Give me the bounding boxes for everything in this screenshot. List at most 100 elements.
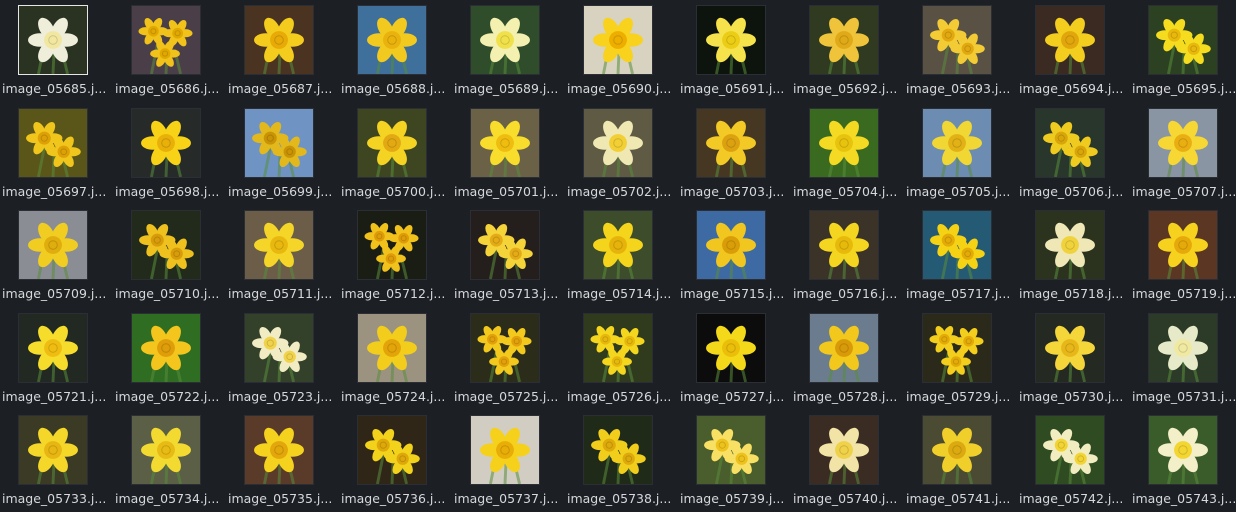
image-thumbnail[interactable] bbox=[470, 210, 540, 280]
image-thumbnail[interactable] bbox=[809, 5, 879, 75]
image-thumbnail[interactable] bbox=[1035, 107, 1105, 178]
image-thumbnail[interactable] bbox=[809, 210, 879, 280]
image-thumbnail[interactable] bbox=[357, 415, 427, 485]
file-item[interactable]: image_05715.j... bbox=[678, 205, 791, 305]
image-thumbnail[interactable] bbox=[357, 210, 427, 280]
image-thumbnail[interactable] bbox=[470, 107, 540, 178]
image-thumbnail[interactable] bbox=[1148, 107, 1218, 178]
file-item[interactable]: image_05713.j... bbox=[452, 205, 565, 305]
file-item[interactable]: image_05726.j... bbox=[565, 308, 678, 408]
file-item[interactable]: image_05716.j... bbox=[791, 205, 904, 305]
image-thumbnail[interactable] bbox=[696, 5, 766, 75]
file-item[interactable]: image_05733.j... bbox=[0, 410, 113, 510]
file-item[interactable]: image_05704.j... bbox=[791, 103, 904, 203]
file-item[interactable]: image_05707.j... bbox=[1130, 103, 1236, 203]
image-thumbnail[interactable] bbox=[1035, 210, 1105, 280]
file-item[interactable]: image_05685.j... bbox=[0, 0, 113, 100]
image-thumbnail[interactable] bbox=[470, 5, 540, 75]
image-thumbnail[interactable] bbox=[809, 415, 879, 485]
image-thumbnail[interactable] bbox=[583, 312, 653, 383]
file-item[interactable]: image_05702.j... bbox=[565, 103, 678, 203]
image-thumbnail[interactable] bbox=[922, 210, 992, 280]
image-thumbnail[interactable] bbox=[131, 415, 201, 485]
file-item[interactable]: image_05730.j... bbox=[1017, 308, 1130, 408]
file-item[interactable]: image_05714.j... bbox=[565, 205, 678, 305]
image-thumbnail[interactable] bbox=[244, 107, 314, 178]
image-thumbnail[interactable] bbox=[18, 415, 88, 485]
image-thumbnail[interactable] bbox=[809, 312, 879, 383]
image-thumbnail[interactable] bbox=[357, 107, 427, 178]
file-item[interactable]: image_05727.j... bbox=[678, 308, 791, 408]
image-thumbnail[interactable] bbox=[809, 107, 879, 178]
image-thumbnail[interactable] bbox=[131, 312, 201, 383]
image-thumbnail[interactable] bbox=[244, 312, 314, 383]
file-item[interactable]: image_05700.j... bbox=[339, 103, 452, 203]
file-item[interactable]: image_05694.j... bbox=[1017, 0, 1130, 100]
file-item[interactable]: image_05735.j... bbox=[226, 410, 339, 510]
file-item[interactable]: image_05723.j... bbox=[226, 308, 339, 408]
image-thumbnail[interactable] bbox=[470, 312, 540, 383]
file-item[interactable]: image_05742.j... bbox=[1017, 410, 1130, 510]
file-item[interactable]: image_05729.j... bbox=[904, 308, 1017, 408]
image-thumbnail[interactable] bbox=[244, 5, 314, 75]
image-thumbnail[interactable] bbox=[244, 415, 314, 485]
image-thumbnail[interactable] bbox=[18, 210, 88, 280]
image-thumbnail[interactable] bbox=[696, 312, 766, 383]
image-thumbnail[interactable] bbox=[18, 107, 88, 178]
file-item[interactable]: image_05703.j... bbox=[678, 103, 791, 203]
image-thumbnail[interactable] bbox=[1148, 415, 1218, 485]
file-item[interactable]: image_05712.j... bbox=[339, 205, 452, 305]
file-item[interactable]: image_05737.j... bbox=[452, 410, 565, 510]
file-item[interactable]: image_05709.j... bbox=[0, 205, 113, 305]
file-item[interactable]: image_05689.j... bbox=[452, 0, 565, 100]
file-item[interactable]: image_05717.j... bbox=[904, 205, 1017, 305]
file-item[interactable]: image_05724.j... bbox=[339, 308, 452, 408]
file-item[interactable]: image_05740.j... bbox=[791, 410, 904, 510]
image-thumbnail[interactable] bbox=[1148, 312, 1218, 383]
image-thumbnail[interactable] bbox=[1148, 5, 1218, 75]
file-item[interactable]: image_05719.j... bbox=[1130, 205, 1236, 305]
file-item[interactable]: image_05741.j... bbox=[904, 410, 1017, 510]
file-item[interactable]: image_05721.j... bbox=[0, 308, 113, 408]
file-item[interactable]: image_05711.j... bbox=[226, 205, 339, 305]
image-thumbnail[interactable] bbox=[131, 5, 201, 75]
file-item[interactable]: image_05688.j... bbox=[339, 0, 452, 100]
file-item[interactable]: image_05743.j... bbox=[1130, 410, 1236, 510]
image-thumbnail[interactable] bbox=[583, 5, 653, 75]
file-item[interactable]: image_05706.j... bbox=[1017, 103, 1130, 203]
image-thumbnail[interactable] bbox=[696, 415, 766, 485]
file-item[interactable]: image_05734.j... bbox=[113, 410, 226, 510]
image-thumbnail[interactable] bbox=[357, 5, 427, 75]
file-item[interactable]: image_05695.j... bbox=[1130, 0, 1236, 100]
image-thumbnail[interactable] bbox=[696, 107, 766, 178]
file-item[interactable]: image_05697.j... bbox=[0, 103, 113, 203]
file-item[interactable]: image_05722.j... bbox=[113, 308, 226, 408]
image-thumbnail[interactable] bbox=[1035, 312, 1105, 383]
file-item[interactable]: image_05718.j... bbox=[1017, 205, 1130, 305]
image-thumbnail[interactable] bbox=[1148, 210, 1218, 280]
file-item[interactable]: image_05701.j... bbox=[452, 103, 565, 203]
file-item[interactable]: image_05725.j... bbox=[452, 308, 565, 408]
image-thumbnail[interactable] bbox=[696, 210, 766, 280]
file-item[interactable]: image_05698.j... bbox=[113, 103, 226, 203]
image-thumbnail[interactable] bbox=[18, 312, 88, 383]
file-item[interactable]: image_05728.j... bbox=[791, 308, 904, 408]
file-item[interactable]: image_05710.j... bbox=[113, 205, 226, 305]
image-thumbnail[interactable] bbox=[1035, 415, 1105, 485]
file-item[interactable]: image_05690.j... bbox=[565, 0, 678, 100]
file-item[interactable]: image_05736.j... bbox=[339, 410, 452, 510]
file-item[interactable]: image_05731.j... bbox=[1130, 308, 1236, 408]
image-thumbnail[interactable] bbox=[357, 312, 427, 383]
image-thumbnail[interactable] bbox=[922, 312, 992, 383]
file-item[interactable]: image_05699.j... bbox=[226, 103, 339, 203]
image-thumbnail[interactable] bbox=[1035, 5, 1105, 75]
file-item[interactable]: image_05693.j... bbox=[904, 0, 1017, 100]
image-thumbnail[interactable] bbox=[922, 107, 992, 178]
image-thumbnail[interactable] bbox=[922, 5, 992, 75]
image-thumbnail[interactable] bbox=[922, 415, 992, 485]
image-thumbnail[interactable] bbox=[131, 210, 201, 280]
image-thumbnail[interactable] bbox=[131, 107, 201, 178]
file-item[interactable]: image_05738.j... bbox=[565, 410, 678, 510]
file-item[interactable]: image_05691.j... bbox=[678, 0, 791, 100]
file-item[interactable]: image_05687.j... bbox=[226, 0, 339, 100]
